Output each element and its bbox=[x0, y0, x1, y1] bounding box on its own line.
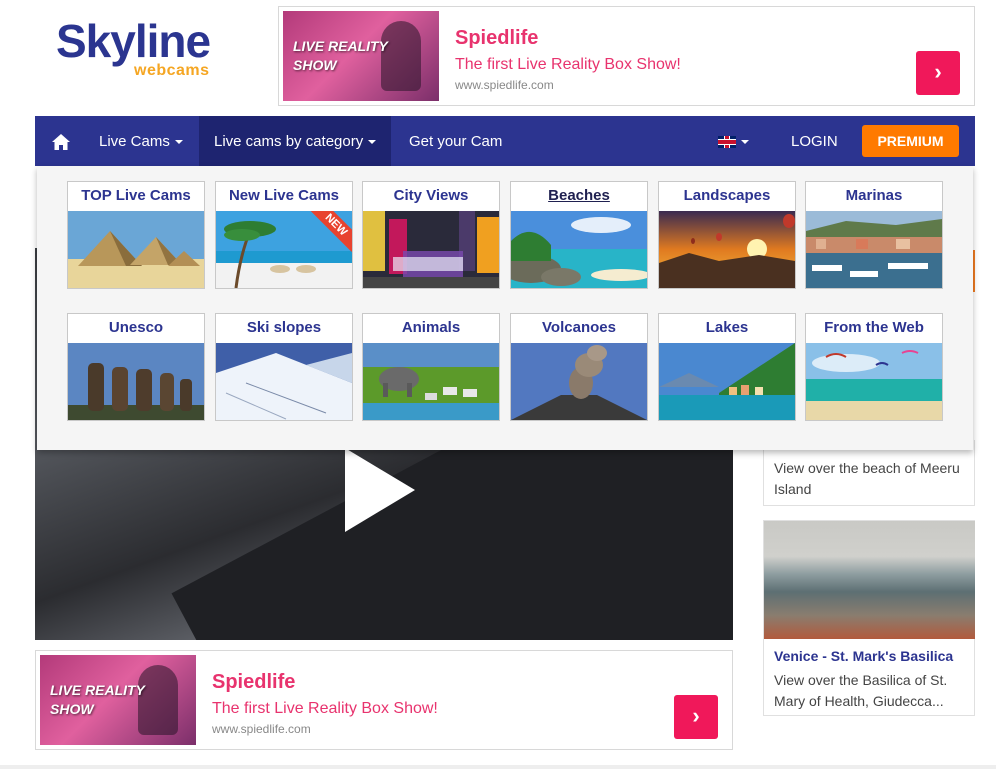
category-label: Beaches bbox=[548, 187, 610, 204]
category-unesco[interactable]: Unesco bbox=[67, 313, 205, 421]
sidebar-card-venice[interactable]: Venice - St. Mark's Basilica View over t… bbox=[763, 520, 975, 716]
beach-palm-thumbnail: NEW bbox=[216, 211, 352, 288]
category-label: New Live Cams bbox=[228, 187, 340, 204]
marinas-thumbnail bbox=[806, 211, 942, 288]
category-from-the-web[interactable]: From the Web bbox=[805, 313, 943, 421]
venice-thumbnail[interactable] bbox=[764, 521, 975, 639]
pyramids-thumbnail bbox=[68, 211, 204, 288]
landscapes-thumbnail bbox=[659, 211, 795, 288]
nav-live-cams-by-category[interactable]: Live cams by category bbox=[199, 116, 392, 166]
ad-arrow-button[interactable]: › bbox=[674, 695, 718, 739]
category-label: Landscapes bbox=[683, 187, 771, 204]
category-beaches[interactable]: Beaches bbox=[510, 181, 648, 289]
sidebar-card-description: View over the Basilica of St. Mary of He… bbox=[774, 672, 948, 709]
language-selector[interactable] bbox=[718, 116, 749, 166]
nav-label: Live Cams bbox=[99, 133, 170, 150]
category-city-views[interactable]: City Views bbox=[362, 181, 500, 289]
ad-arrow-button[interactable]: › bbox=[916, 51, 960, 95]
city-thumbnail bbox=[363, 211, 499, 288]
beaches-thumbnail bbox=[511, 211, 647, 288]
category-label: Volcanoes bbox=[542, 319, 616, 336]
ad-thumbnail: LIVE REALITY SHOW bbox=[283, 11, 439, 101]
category-label: Lakes bbox=[705, 319, 749, 336]
chevron-down-icon bbox=[174, 140, 183, 145]
ad-url: www.spiedlife.com bbox=[212, 722, 311, 736]
ad-thumb-text: LIVE REALITY SHOW bbox=[50, 682, 145, 717]
premium-button[interactable]: PREMIUM bbox=[862, 125, 959, 157]
chevron-down-icon bbox=[741, 140, 749, 145]
lakes-thumbnail bbox=[659, 343, 795, 420]
category-ski-slopes[interactable]: Ski slopes bbox=[215, 313, 353, 421]
ad-title[interactable]: Spiedlife bbox=[212, 671, 295, 694]
nav-live-cams[interactable]: Live Cams bbox=[99, 116, 183, 166]
ad-title[interactable]: Spiedlife bbox=[455, 27, 538, 50]
category-top-live-cams[interactable]: TOP Live Cams bbox=[67, 181, 205, 289]
sidebar-card-description: View over the beach of Meeru Island bbox=[774, 460, 960, 497]
ad-thumbnail: LIVE REALITY SHOW bbox=[40, 655, 196, 745]
category-landscapes[interactable]: Landscapes bbox=[658, 181, 796, 289]
play-icon[interactable] bbox=[345, 448, 415, 532]
page-bottom-divider bbox=[0, 765, 996, 769]
bottom-ad-banner[interactable]: LIVE REALITY SHOW Spiedlife The first Li… bbox=[35, 650, 733, 750]
category-animals[interactable]: Animals bbox=[362, 313, 500, 421]
category-label: From the Web bbox=[824, 319, 924, 336]
category-label: Marinas bbox=[845, 187, 903, 204]
ski-slopes-thumbnail bbox=[216, 343, 352, 420]
sidebar-card-title[interactable]: Venice - St. Mark's Basilica bbox=[774, 648, 969, 664]
chevron-down-icon bbox=[368, 140, 377, 145]
home-icon bbox=[52, 134, 70, 151]
main-nav: Live Cams Live cams by category Get your… bbox=[35, 116, 975, 166]
logo-subtext: webcams bbox=[134, 62, 210, 79]
category-dropdown: TOP Live Cams New Live Cams NEW City Vie… bbox=[37, 166, 973, 450]
category-label: Animals bbox=[401, 319, 461, 336]
animals-thumbnail bbox=[363, 343, 499, 420]
top-ad-banner[interactable]: LIVE REALITY SHOW Spiedlife The first Li… bbox=[278, 6, 975, 106]
nav-label: Live cams by category bbox=[214, 133, 364, 150]
category-new-live-cams[interactable]: New Live Cams NEW bbox=[215, 181, 353, 289]
ad-url: www.spiedlife.com bbox=[455, 78, 554, 92]
category-label: Unesco bbox=[108, 319, 164, 336]
category-label: City Views bbox=[393, 187, 469, 204]
uk-flag-icon bbox=[718, 136, 736, 149]
login-link[interactable]: LOGIN bbox=[791, 116, 838, 166]
category-label: Ski slopes bbox=[246, 319, 322, 336]
volcanoes-thumbnail bbox=[511, 343, 647, 420]
category-volcanoes[interactable]: Volcanoes bbox=[510, 313, 648, 421]
unesco-thumbnail bbox=[68, 343, 204, 420]
from-the-web-thumbnail bbox=[806, 343, 942, 420]
ad-description: The first Live Reality Box Show! bbox=[212, 700, 438, 717]
ad-thumb-text: LIVE REALITY SHOW bbox=[293, 38, 388, 73]
nav-home[interactable] bbox=[35, 116, 87, 166]
nav-get-your-cam[interactable]: Get your Cam bbox=[409, 116, 502, 166]
logo-text: Skyline bbox=[56, 15, 211, 67]
category-lakes[interactable]: Lakes bbox=[658, 313, 796, 421]
ad-description: The first Live Reality Box Show! bbox=[455, 56, 681, 73]
nav-label: Get your Cam bbox=[409, 133, 503, 150]
category-label: TOP Live Cams bbox=[81, 187, 191, 204]
category-marinas[interactable]: Marinas bbox=[805, 181, 943, 289]
site-logo[interactable]: Skyline webcams bbox=[56, 18, 231, 88]
